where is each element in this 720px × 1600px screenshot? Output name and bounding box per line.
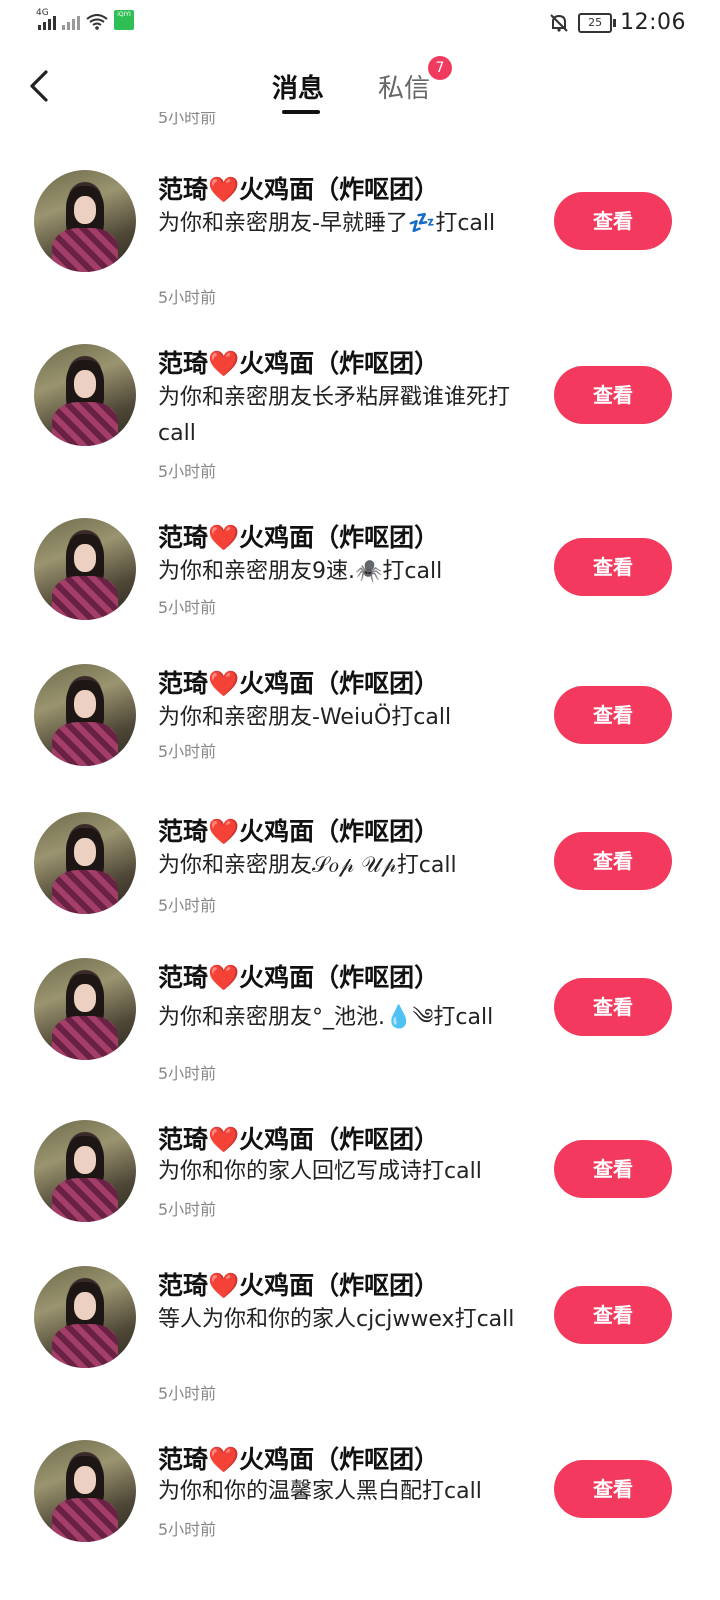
sender-name: 范琦❤️火鸡面（炸呕团）: [158, 523, 440, 552]
message-time: 5小时前: [158, 288, 217, 307]
sender-name: 范琦❤️火鸡面（炸呕团）: [158, 1271, 440, 1300]
sender-name: 范琦❤️火鸡面（炸呕团）: [158, 963, 440, 992]
clock: 12:06: [620, 10, 686, 35]
message-text: 为你和你的家人回忆写成诗打call: [158, 1159, 482, 1184]
wifi-icon: [86, 14, 108, 30]
back-button[interactable]: [22, 66, 62, 106]
chevron-left-icon: [30, 70, 48, 102]
message-text: 为你和亲密朋友-早就睡了💤打call: [158, 211, 496, 236]
avatar[interactable]: [34, 1266, 136, 1368]
sender-name: 范琦❤️火鸡面（炸呕团）: [158, 1445, 440, 1474]
message-text: 为你和亲密朋友-WeiuÖ打call: [158, 705, 452, 730]
avatar[interactable]: [34, 518, 136, 620]
message-time: 5小时前: [158, 462, 217, 481]
unread-count-badge: 7: [428, 56, 452, 80]
message-time: 5小时前: [158, 1384, 217, 1403]
message-text: 等人为你和你的家人cjcjwwex打call: [158, 1307, 515, 1332]
avatar[interactable]: [34, 812, 136, 914]
active-tab-indicator: [282, 110, 320, 114]
sender-name: 范琦❤️火鸡面（炸呕团）: [158, 669, 440, 698]
muted-bell-icon: [548, 12, 570, 34]
sender-name: 范琦❤️火鸡面（炸呕团）: [158, 1125, 440, 1154]
avatar[interactable]: [34, 958, 136, 1060]
message-time: 5小时前: [158, 1520, 217, 1539]
avatar[interactable]: [34, 664, 136, 766]
status-left: 4G iQIYI: [36, 8, 134, 30]
message-text: 为你和你的温馨家人黑白配打call: [158, 1479, 482, 1504]
status-bar: 4G iQIYI 25 12:06: [0, 0, 720, 48]
view-button[interactable]: 查看: [554, 538, 672, 596]
message-time: 5小时前: [158, 896, 217, 915]
message-text: 为你和亲密朋友长矛粘屏戳谁谁死打call: [158, 385, 511, 446]
avatar[interactable]: [34, 1120, 136, 1222]
partial-item-time: 5小时前: [158, 112, 217, 127]
message-time: 5小时前: [158, 598, 217, 617]
message-time: 5小时前: [158, 1064, 217, 1083]
tab-messages[interactable]: 消息: [272, 68, 324, 105]
view-button[interactable]: 查看: [554, 978, 672, 1036]
message-text: 为你和亲密朋友9速.🕷️打call: [158, 559, 443, 584]
status-right: 25 12:06: [548, 10, 686, 35]
view-button[interactable]: 查看: [554, 192, 672, 250]
message-time: 5小时前: [158, 742, 217, 761]
avatar[interactable]: [34, 170, 136, 272]
view-button[interactable]: 查看: [554, 686, 672, 744]
network-type: 4G: [36, 8, 49, 18]
avatar[interactable]: [34, 1440, 136, 1542]
message-time: 5小时前: [158, 1200, 217, 1219]
message-text: 为你和亲密朋友𝒮𝑜𝓅 𝒰𝓅打call: [158, 853, 457, 878]
view-button[interactable]: 查看: [554, 366, 672, 424]
view-button[interactable]: 查看: [554, 1286, 672, 1344]
cell-signal-2-icon: [62, 16, 80, 30]
cell-signal-icon: 4G: [36, 8, 56, 30]
sender-name: 范琦❤️火鸡面（炸呕团）: [158, 817, 440, 846]
header: 消息 私信 7: [0, 50, 720, 118]
view-button[interactable]: 查看: [554, 1460, 672, 1518]
tab-direct-messages[interactable]: 私信: [378, 68, 430, 105]
view-button[interactable]: 查看: [554, 832, 672, 890]
message-text: 为你和亲密朋友°_池池.💧༄打call: [158, 1005, 494, 1030]
sender-name: 范琦❤️火鸡面（炸呕团）: [158, 175, 440, 204]
view-button[interactable]: 查看: [554, 1140, 672, 1198]
battery-icon: 25: [578, 12, 617, 33]
iqiyi-app-icon: iQIYI: [114, 10, 134, 30]
avatar[interactable]: [34, 344, 136, 446]
sender-name: 范琦❤️火鸡面（炸呕团）: [158, 349, 440, 378]
